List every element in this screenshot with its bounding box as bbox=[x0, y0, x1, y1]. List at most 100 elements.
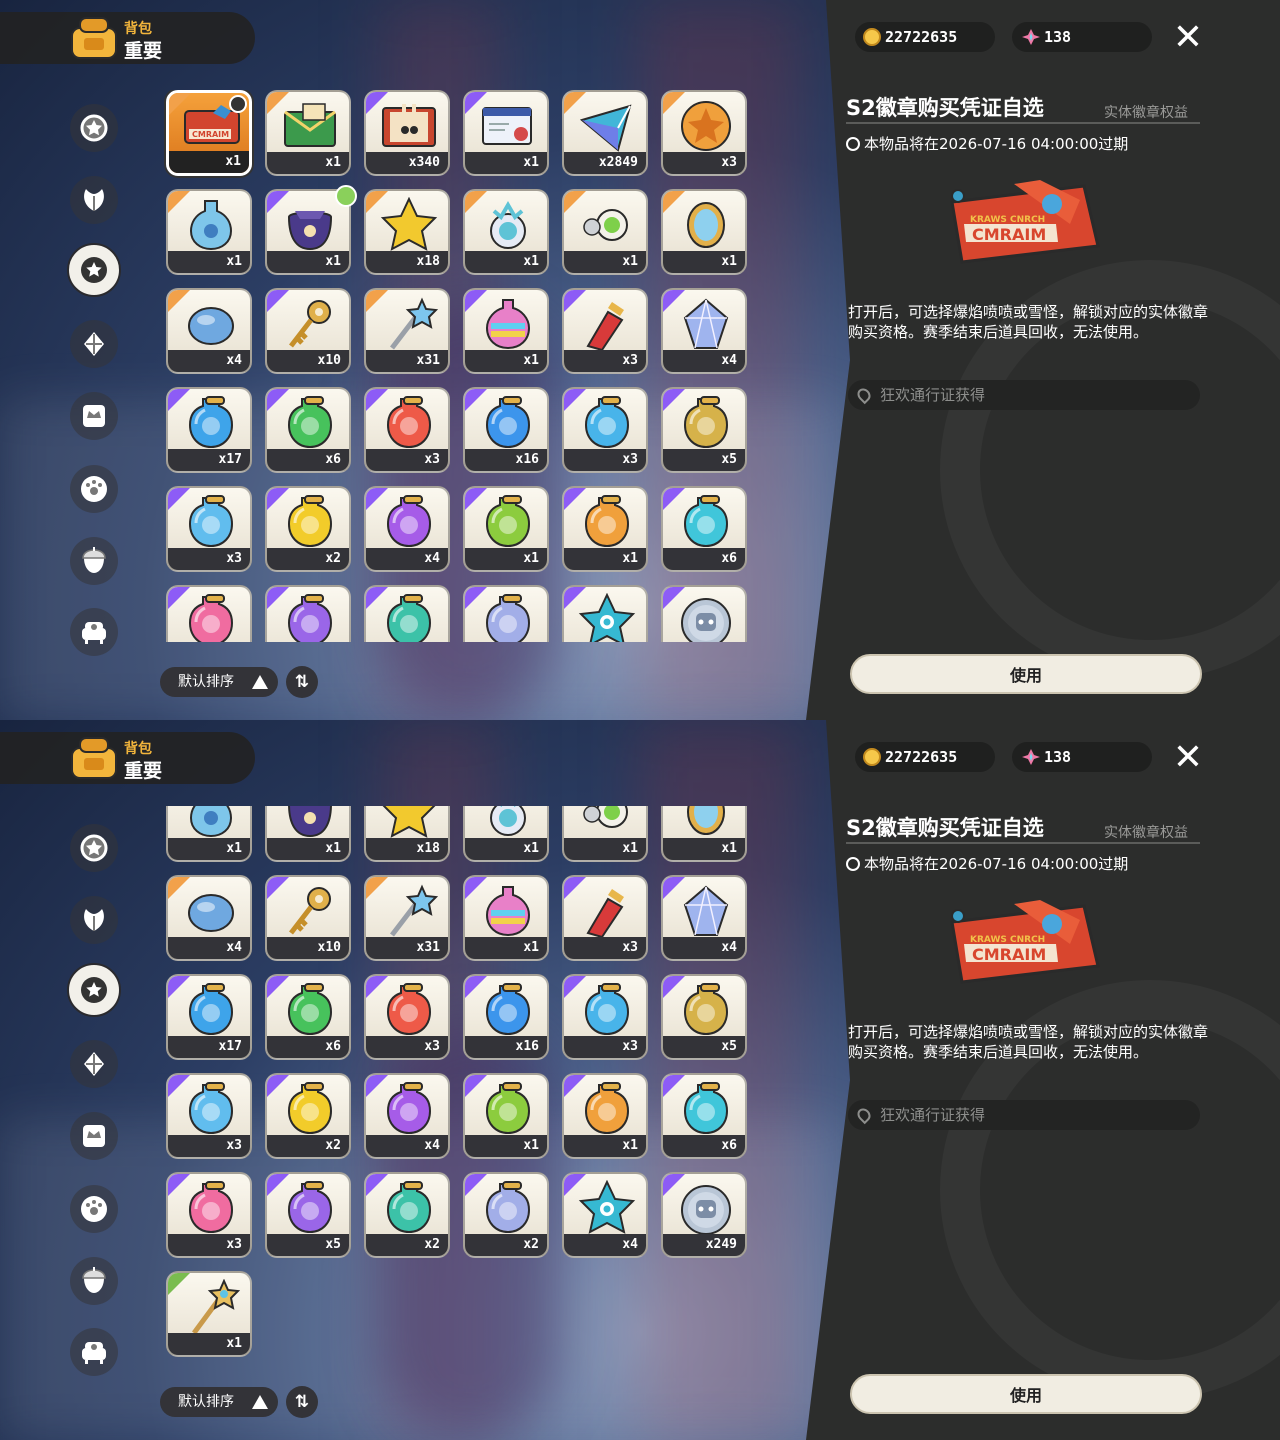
inventory-item[interactable]: x1 bbox=[463, 288, 549, 374]
sort-dropdown[interactable]: 默认排序 bbox=[160, 667, 278, 697]
inventory-item[interactable]: x1 bbox=[265, 90, 351, 176]
category-tab-star-badge[interactable] bbox=[70, 104, 118, 152]
inventory-item[interactable]: x3 bbox=[562, 288, 648, 374]
inventory-item[interactable]: x5 bbox=[265, 1172, 351, 1258]
inventory-item[interactable]: x249 bbox=[661, 1172, 747, 1258]
category-tab-star-badge[interactable] bbox=[70, 824, 118, 872]
crown-card-icon bbox=[83, 1125, 105, 1147]
inventory-item[interactable]: x6 bbox=[265, 974, 351, 1060]
inventory-item[interactable]: x3 bbox=[166, 486, 252, 572]
category-tab-sofa[interactable] bbox=[70, 1328, 118, 1376]
inventory-item[interactable]: x2 bbox=[364, 585, 450, 642]
category-tab-crown-card[interactable] bbox=[70, 392, 118, 440]
inventory-item[interactable]: x1 bbox=[562, 486, 648, 572]
category-tab-acorn[interactable] bbox=[70, 537, 118, 585]
sort-order-button[interactable]: ⇅ bbox=[286, 1386, 318, 1418]
inventory-item[interactable]: x16 bbox=[463, 974, 549, 1060]
inventory-item[interactable]: x10 bbox=[265, 288, 351, 374]
expiry-notice: 本物品将在2026-07-16 04:00:00过期 bbox=[846, 853, 1128, 874]
inventory-item[interactable]: x340 bbox=[364, 90, 450, 176]
category-tab-leaf[interactable] bbox=[70, 176, 118, 224]
item-grid: CMRAIM x1 x1 x340 x1 x2849 x3 x1 x1 x18 … bbox=[160, 90, 760, 642]
inventory-item[interactable]: x4 bbox=[661, 875, 747, 961]
inventory-item[interactable]: x4 bbox=[166, 875, 252, 961]
inventory-item[interactable]: x3 bbox=[364, 974, 450, 1060]
inventory-item[interactable]: x1 bbox=[265, 806, 351, 862]
close-button[interactable]: ✕ bbox=[1168, 738, 1208, 778]
inventory-item[interactable]: x6 bbox=[661, 486, 747, 572]
item-quantity: x1 bbox=[267, 251, 349, 273]
category-tab-leaf[interactable] bbox=[70, 896, 118, 944]
inventory-item[interactable]: x4 bbox=[661, 288, 747, 374]
inventory-item[interactable]: x1 bbox=[463, 189, 549, 275]
inventory-item[interactable]: x4 bbox=[364, 1073, 450, 1159]
inventory-item[interactable]: x18 bbox=[364, 806, 450, 862]
inventory-item[interactable]: x3 bbox=[562, 875, 648, 961]
inventory-item[interactable]: x17 bbox=[166, 974, 252, 1060]
inventory-item[interactable]: x2 bbox=[364, 1172, 450, 1258]
item-source-text: 狂欢通行证获得 bbox=[880, 386, 986, 404]
inventory-item[interactable]: x1 bbox=[166, 1271, 252, 1357]
category-tab-seed[interactable] bbox=[70, 1040, 118, 1088]
inventory-item[interactable]: x31 bbox=[364, 288, 450, 374]
category-tab-acorn[interactable] bbox=[70, 1257, 118, 1305]
sort-order-button[interactable]: ⇅ bbox=[286, 666, 318, 698]
inventory-item[interactable]: x1 bbox=[463, 90, 549, 176]
category-tab-gear-star[interactable] bbox=[67, 963, 121, 1017]
sort-dropdown[interactable]: 默认排序 bbox=[160, 1387, 278, 1417]
inventory-item[interactable]: x1 bbox=[463, 875, 549, 961]
category-tab-paw-ball[interactable] bbox=[70, 1185, 118, 1233]
inventory-item[interactable]: x3 bbox=[661, 90, 747, 176]
inventory-item[interactable]: x5 bbox=[661, 974, 747, 1060]
inventory-item[interactable]: x1 bbox=[463, 486, 549, 572]
category-tab-gear-star[interactable] bbox=[67, 243, 121, 297]
inventory-item[interactable]: x5 bbox=[265, 585, 351, 642]
inventory-item[interactable]: x16 bbox=[463, 387, 549, 473]
inventory-item[interactable]: x4 bbox=[562, 1172, 648, 1258]
inventory-item[interactable]: x1 bbox=[562, 806, 648, 862]
inventory-item[interactable]: x18 bbox=[364, 189, 450, 275]
inventory-item[interactable]: x10 bbox=[265, 875, 351, 961]
inventory-item[interactable]: x1 bbox=[661, 189, 747, 275]
category-tab-sofa[interactable] bbox=[70, 608, 118, 656]
inventory-item[interactable]: x6 bbox=[661, 1073, 747, 1159]
inventory-item[interactable]: x6 bbox=[265, 387, 351, 473]
close-button[interactable]: ✕ bbox=[1168, 18, 1208, 58]
inventory-item[interactable]: x1 bbox=[562, 1073, 648, 1159]
inventory-item[interactable]: x2849 bbox=[562, 90, 648, 176]
inventory-item[interactable]: x1 bbox=[463, 1073, 549, 1159]
inventory-item[interactable]: x3 bbox=[562, 387, 648, 473]
inventory-item[interactable]: CMRAIM x1 bbox=[166, 90, 252, 176]
inventory-item[interactable]: x31 bbox=[364, 875, 450, 961]
inventory-item[interactable]: x1 bbox=[166, 189, 252, 275]
inventory-item[interactable]: x1 bbox=[562, 189, 648, 275]
use-button[interactable]: 使用 bbox=[850, 1374, 1202, 1414]
category-tab-paw-ball[interactable] bbox=[70, 465, 118, 513]
inventory-item[interactable]: x1 bbox=[463, 806, 549, 862]
category-tab-crown-card[interactable] bbox=[70, 1112, 118, 1160]
inventory-item[interactable]: x1 bbox=[166, 806, 252, 862]
inventory-item[interactable]: x249 bbox=[661, 585, 747, 642]
inventory-item[interactable]: x4 bbox=[166, 288, 252, 374]
inventory-item[interactable]: x3 bbox=[364, 387, 450, 473]
category-tab-seed[interactable] bbox=[70, 320, 118, 368]
inventory-item[interactable]: x3 bbox=[166, 1172, 252, 1258]
inventory-item[interactable]: x5 bbox=[661, 387, 747, 473]
inventory-item[interactable]: x3 bbox=[166, 585, 252, 642]
item-quantity: x1 bbox=[465, 937, 547, 959]
mirror-item-icon bbox=[687, 202, 725, 248]
gem-icon bbox=[1022, 29, 1040, 45]
inventory-item[interactable]: x3 bbox=[166, 1073, 252, 1159]
inventory-item[interactable]: x1 bbox=[661, 806, 747, 862]
title-divider bbox=[846, 122, 1200, 124]
inventory-item[interactable]: x4 bbox=[562, 585, 648, 642]
inventory-item[interactable]: x3 bbox=[562, 974, 648, 1060]
inventory-item[interactable]: x4 bbox=[364, 486, 450, 572]
inventory-item[interactable]: x2 bbox=[265, 1073, 351, 1159]
inventory-item[interactable]: x2 bbox=[463, 585, 549, 642]
item-quantity: x6 bbox=[663, 548, 745, 570]
use-button[interactable]: 使用 bbox=[850, 654, 1202, 694]
inventory-item[interactable]: x2 bbox=[265, 486, 351, 572]
inventory-item[interactable]: x2 bbox=[463, 1172, 549, 1258]
inventory-item[interactable]: x17 bbox=[166, 387, 252, 473]
